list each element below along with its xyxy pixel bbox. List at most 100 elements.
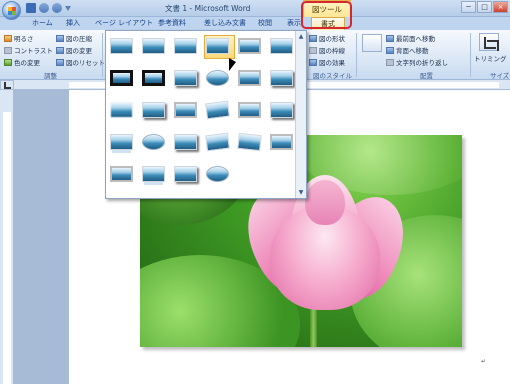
picture-style-thumbnail[interactable] xyxy=(110,102,133,118)
picture-style-thumbnail[interactable] xyxy=(205,100,230,120)
highlight-annotation xyxy=(301,1,352,29)
ruler-text-area xyxy=(3,112,11,384)
picture-shape-icon xyxy=(309,34,317,42)
send-back-label: 背面へ移動 xyxy=(396,47,429,55)
contrast-label: コントラスト xyxy=(14,47,53,55)
group-separator xyxy=(470,33,471,77)
picture-style-thumbnail[interactable] xyxy=(174,134,197,150)
picture-style-thumbnail[interactable] xyxy=(142,70,165,86)
position-button[interactable] xyxy=(362,34,382,52)
text-wrap-button[interactable]: 文字列の折り返し xyxy=(386,57,448,67)
customize-qat-icon[interactable] xyxy=(65,6,71,11)
minimize-button[interactable]: ─ xyxy=(461,1,476,13)
change-picture-button[interactable]: 図の変更 xyxy=(56,45,92,55)
tab-page-layout[interactable]: ページ レイアウト xyxy=(95,18,153,28)
contrast-button[interactable]: コントラスト xyxy=(4,45,53,55)
office-button[interactable] xyxy=(2,1,21,20)
text-wrap-icon xyxy=(386,58,394,66)
group-separator xyxy=(102,33,103,77)
picture-style-thumbnail[interactable] xyxy=(142,134,165,150)
scroll-up-icon[interactable]: ▲ xyxy=(297,32,305,41)
paragraph-mark: ↵ xyxy=(481,358,487,365)
picture-style-thumbnail[interactable] xyxy=(142,102,165,118)
picture-style-thumbnail[interactable] xyxy=(142,38,165,54)
window-title: 文書 1 - Microsoft Word xyxy=(165,4,251,13)
picture-styles-gallery: ▲ ▼ xyxy=(105,30,307,199)
reset-picture-button[interactable]: 図のリセット xyxy=(56,57,105,67)
tab-insert[interactable]: 挿入 xyxy=(66,18,80,28)
picture-style-thumbnail[interactable] xyxy=(206,166,229,182)
compress-button[interactable]: 図の圧縮 xyxy=(56,33,92,43)
tab-mailings[interactable]: 差し込み文書 xyxy=(204,18,246,28)
lotus-petal xyxy=(305,180,345,225)
picture-style-thumbnail[interactable] xyxy=(205,132,230,152)
picture-style-thumbnail[interactable] xyxy=(270,38,293,54)
picture-effects-icon xyxy=(309,58,317,66)
picture-styles-group-label: 図のスタイル xyxy=(313,72,352,80)
gallery-grid xyxy=(106,31,296,198)
tab-home[interactable]: ホーム xyxy=(32,18,53,28)
picture-style-thumbnail[interactable] xyxy=(206,38,229,54)
picture-style-thumbnail[interactable] xyxy=(142,166,165,182)
picture-style-thumbnail[interactable] xyxy=(110,38,133,54)
picture-style-thumbnail[interactable] xyxy=(174,166,197,182)
brightness-button[interactable]: 明るさ xyxy=(4,33,34,43)
close-button[interactable]: × xyxy=(493,1,508,13)
picture-style-thumbnail[interactable] xyxy=(206,70,229,86)
change-picture-icon xyxy=(56,46,64,54)
picture-style-thumbnail[interactable] xyxy=(174,70,197,86)
recolor-icon xyxy=(4,58,12,66)
compress-label: 図の圧縮 xyxy=(66,35,92,43)
recolor-button[interactable]: 色の変更 xyxy=(4,57,40,67)
flower-stem xyxy=(310,305,317,347)
picture-style-thumbnail[interactable] xyxy=(270,102,293,118)
brightness-label: 明るさ xyxy=(14,35,34,43)
picture-shape-button[interactable]: 図の形状 xyxy=(309,33,345,43)
recolor-label: 色の変更 xyxy=(14,59,40,67)
maximize-button[interactable]: □ xyxy=(477,1,492,13)
undo-icon[interactable] xyxy=(39,3,49,13)
window-controls: ─ □ × xyxy=(461,1,508,13)
picture-style-thumbnail[interactable] xyxy=(238,70,261,86)
picture-style-thumbnail[interactable] xyxy=(174,102,197,118)
picture-style-thumbnail[interactable] xyxy=(270,134,293,150)
picture-style-thumbnail[interactable] xyxy=(238,102,261,118)
text-wrap-label: 文字列の折り返し xyxy=(396,59,448,67)
crop-button[interactable] xyxy=(479,33,499,51)
save-icon[interactable] xyxy=(26,3,36,13)
picture-style-thumbnail[interactable] xyxy=(174,38,197,54)
compress-icon xyxy=(56,34,64,42)
send-back-icon xyxy=(386,46,394,54)
mouse-pointer-icon xyxy=(229,58,236,71)
scroll-down-icon[interactable]: ▼ xyxy=(297,188,305,197)
bring-front-button[interactable]: 最前面へ移動 xyxy=(386,33,435,43)
title-bar: 文書 1 - Microsoft Word ─ □ × xyxy=(0,0,510,17)
picture-style-thumbnail[interactable] xyxy=(110,70,133,86)
picture-style-thumbnail[interactable] xyxy=(110,134,133,150)
brightness-icon xyxy=(4,34,12,42)
picture-effects-label: 図の効果 xyxy=(319,59,345,67)
vertical-ruler[interactable] xyxy=(0,90,14,384)
picture-style-thumbnail[interactable] xyxy=(237,132,262,152)
contrast-icon xyxy=(4,46,12,54)
tab-references[interactable]: 参考資料 xyxy=(158,18,186,28)
group-separator xyxy=(356,33,357,77)
arrange-group-label: 配置 xyxy=(420,72,433,80)
reset-picture-icon xyxy=(56,58,64,66)
office-logo-icon xyxy=(8,7,16,15)
crop-label: トリミング xyxy=(474,55,507,63)
send-back-button[interactable]: 背面へ移動 xyxy=(386,45,429,55)
picture-style-thumbnail[interactable] xyxy=(270,70,293,86)
tab-review[interactable]: 校閲 xyxy=(258,18,272,28)
redo-icon[interactable] xyxy=(52,3,62,13)
picture-border-button[interactable]: 図の枠線 xyxy=(309,45,345,55)
tab-view[interactable]: 表示 xyxy=(287,18,301,28)
quick-access-toolbar xyxy=(26,3,71,14)
picture-style-thumbnail[interactable] xyxy=(110,166,133,182)
picture-effects-button[interactable]: 図の効果 xyxy=(309,57,345,67)
picture-style-thumbnail[interactable] xyxy=(238,38,261,54)
gallery-scrollbar[interactable]: ▲ ▼ xyxy=(295,31,306,198)
bring-front-label: 最前面へ移動 xyxy=(396,35,435,43)
tab-selector[interactable] xyxy=(0,80,14,90)
ribbon-tab-row: ホーム 挿入 ページ レイアウト 参考資料 差し込み文書 校閲 表示 xyxy=(0,17,510,30)
